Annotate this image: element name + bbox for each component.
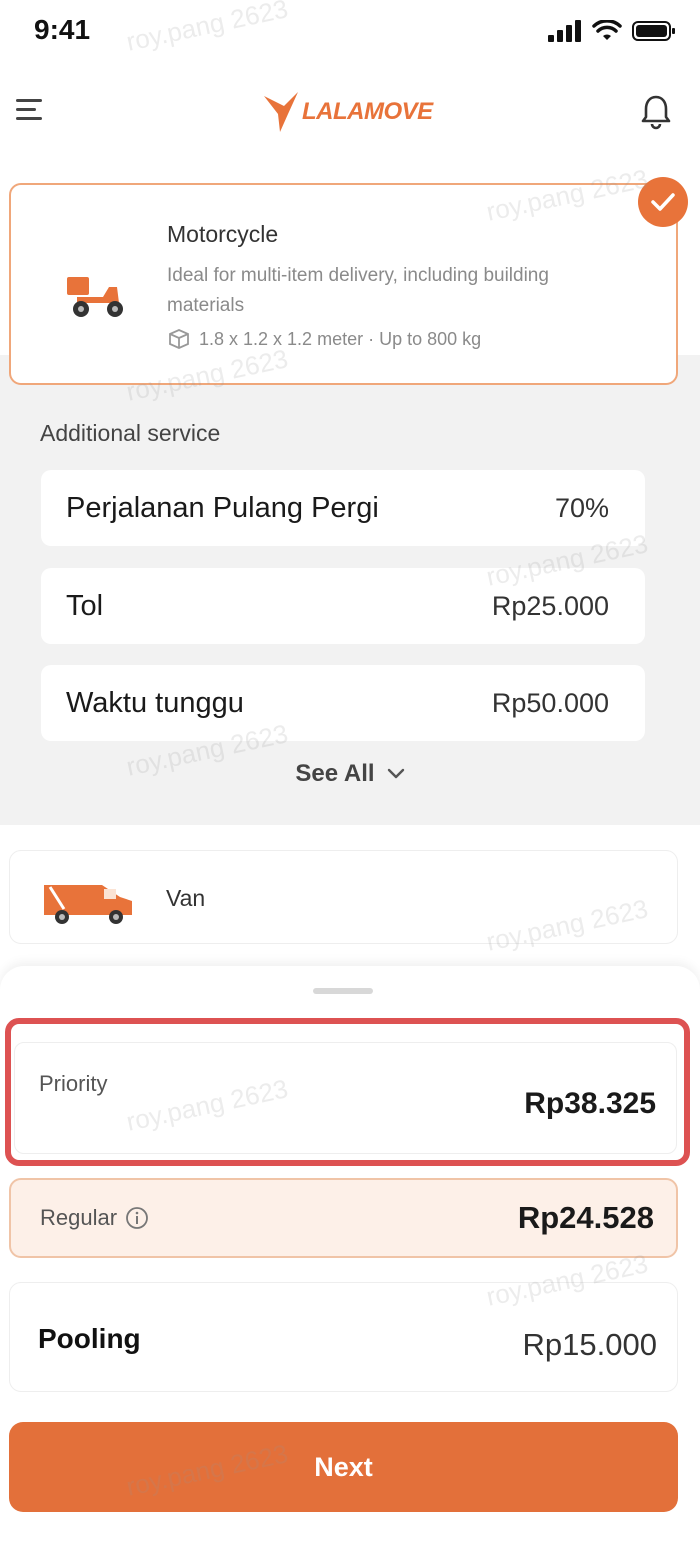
service-label: Tol xyxy=(66,589,104,622)
wifi-icon xyxy=(592,20,622,40)
see-all-button[interactable]: See All xyxy=(0,760,700,788)
highlight-outline xyxy=(5,1018,690,1166)
vehicle-card-motorcycle[interactable]: Motorcycle Ideal for multi-item delivery… xyxy=(9,183,678,385)
price-option-price: Rp15.000 xyxy=(522,1327,657,1362)
vehicle-spec: 1.8 x 1.2 x 1.2 meter · Up to 800 kg xyxy=(167,327,481,351)
service-value: 70% xyxy=(554,492,609,523)
logo-bird-icon xyxy=(264,92,298,132)
motorcycle-icon xyxy=(67,277,123,317)
vehicle-name: Motorcycle xyxy=(167,221,279,247)
price-option-label: Regular xyxy=(40,1205,118,1230)
signal-icon xyxy=(548,20,581,42)
logo-text: LALAMOVE xyxy=(302,98,433,125)
next-button-label: Next xyxy=(314,1451,373,1482)
next-button[interactable]: Next xyxy=(9,1422,678,1512)
service-value: Rp25.000 xyxy=(491,590,609,621)
service-value: Rp50.000 xyxy=(491,687,609,718)
price-option-label-wrap: Regular xyxy=(40,1205,149,1231)
vehicle-card-van[interactable]: Van xyxy=(9,850,678,944)
box-icon xyxy=(169,329,189,349)
service-item-toll[interactable]: Tol Rp25.000 xyxy=(41,568,645,644)
status-icons xyxy=(548,20,676,42)
service-label: Perjalanan Pulang Pergi xyxy=(66,491,379,524)
service-label: Waktu tunggu xyxy=(66,686,244,719)
van-icon xyxy=(44,885,132,924)
vehicle-name: Van xyxy=(166,885,206,911)
app-header: LALAMOVE xyxy=(0,64,700,164)
vehicle-description: Ideal for multi-item delivery, including… xyxy=(167,265,549,316)
service-item-waiting-time[interactable]: Waktu tunggu Rp50.000 xyxy=(41,665,645,741)
price-option-regular[interactable]: Regular Rp24.528 xyxy=(9,1178,678,1258)
status-bar: 9:41 xyxy=(0,0,700,64)
sheet-drag-handle[interactable] xyxy=(313,988,373,994)
selected-check-icon xyxy=(638,177,688,227)
chevron-down-icon xyxy=(387,768,404,779)
bell-icon[interactable] xyxy=(640,94,672,130)
info-icon[interactable] xyxy=(125,1206,149,1230)
additional-service-title: Additional service xyxy=(40,420,221,446)
service-item-round-trip[interactable]: Perjalanan Pulang Pergi 70% xyxy=(41,470,645,546)
status-time: 9:41 xyxy=(34,14,91,45)
price-option-price: Rp24.528 xyxy=(517,1200,654,1235)
battery-icon xyxy=(632,21,675,41)
menu-icon[interactable] xyxy=(14,94,46,126)
logo: LALAMOVE xyxy=(262,90,433,134)
price-option-pooling[interactable]: Pooling Rp15.000 xyxy=(9,1282,678,1392)
vehicle-spec-text: 1.8 x 1.2 x 1.2 meter · Up to 800 kg xyxy=(199,328,482,349)
see-all-label: See All xyxy=(295,760,375,787)
price-option-label: Pooling xyxy=(38,1323,141,1354)
